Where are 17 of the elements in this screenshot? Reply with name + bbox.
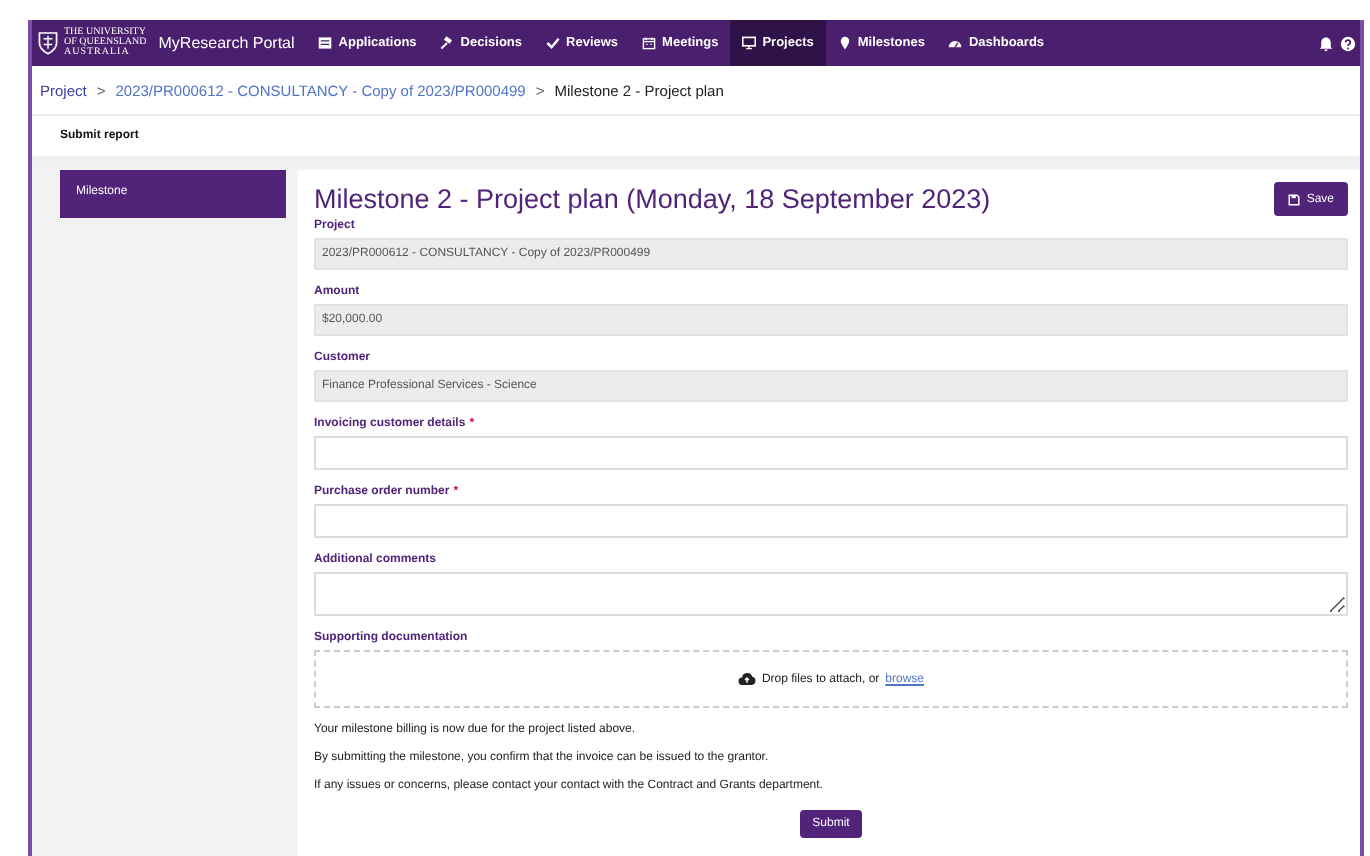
save-icon bbox=[1288, 193, 1301, 205]
form-title: Milestone 2 - Project plan (Monday, 18 September 2023) bbox=[314, 184, 991, 214]
pin-icon bbox=[837, 36, 852, 50]
crest-icon bbox=[38, 30, 58, 56]
calendar-icon bbox=[642, 36, 657, 50]
input-field[interactable] bbox=[314, 436, 1348, 470]
text-area[interactable] bbox=[314, 572, 1348, 616]
portal-title: MyResearch Portal bbox=[158, 34, 295, 52]
monitor-icon bbox=[742, 36, 757, 50]
list-icon bbox=[318, 36, 333, 50]
help-icon[interactable] bbox=[1340, 35, 1356, 51]
gavel-icon bbox=[440, 36, 455, 50]
bell-icon[interactable] bbox=[1318, 35, 1334, 51]
check-icon bbox=[546, 36, 561, 50]
input-field[interactable] bbox=[314, 504, 1348, 538]
gauge-icon bbox=[948, 36, 963, 50]
cloud-upload-icon bbox=[737, 672, 756, 686]
